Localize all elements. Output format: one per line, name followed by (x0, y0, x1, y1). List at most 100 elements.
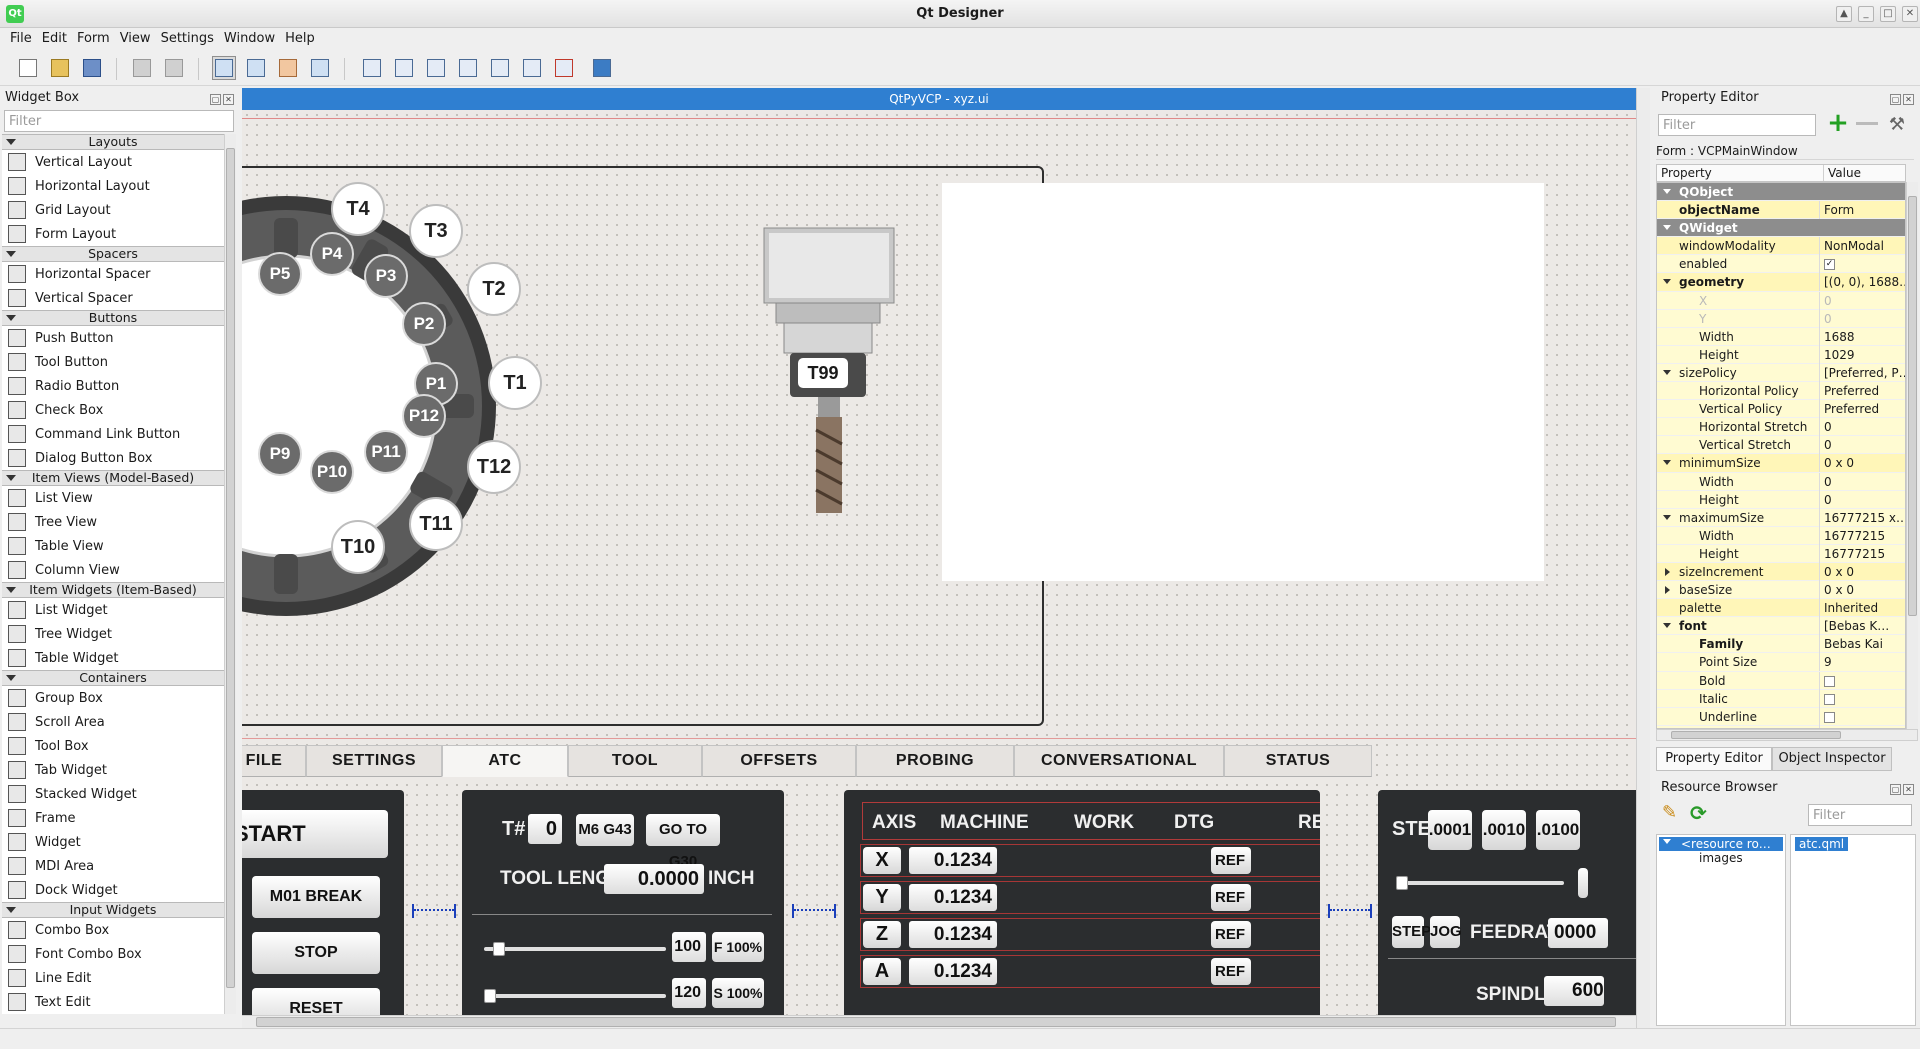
widget-item[interactable]: Group Box (2, 686, 224, 710)
widget-item[interactable]: List Widget (2, 598, 224, 622)
reload-icon[interactable]: ⟳ (1690, 802, 1712, 824)
minimize-icon[interactable]: _ (1858, 6, 1874, 22)
property-row[interactable]: minimumSize 0 x 0 (1657, 454, 1905, 473)
property-value[interactable]: 16777215 x… (1819, 508, 1905, 527)
widget-item[interactable]: Font Combo Box (2, 942, 224, 966)
property-row[interactable]: Bold (1657, 671, 1905, 690)
pot-pocket-p5[interactable]: P5 (258, 252, 302, 296)
widget-item[interactable]: Line Edit (2, 966, 224, 990)
close-icon[interactable]: ✕ (1902, 6, 1918, 22)
property-row[interactable]: sizePolicy [Preferred, P… (1657, 363, 1905, 383)
property-row[interactable]: font [Bebas K… (1657, 617, 1905, 636)
edit-buddies-icon[interactable] (276, 56, 300, 80)
widget-item[interactable]: Push Button (2, 326, 224, 350)
step-0010-button[interactable]: .0010 (1482, 810, 1526, 850)
horizontal-spacer[interactable] (792, 904, 836, 918)
maximize-icon[interactable]: □ (1880, 6, 1896, 22)
tab-atc[interactable]: ATC (442, 745, 568, 777)
preview-widget[interactable] (942, 183, 1544, 581)
tab-settings[interactable]: SETTINGS (306, 745, 442, 777)
menu-window[interactable]: Window (219, 28, 280, 46)
property-row[interactable]: X0 (1657, 291, 1905, 310)
pot-pocket-p3[interactable]: P3 (364, 254, 408, 298)
property-row[interactable]: sizeIncrement 0 x 0 (1657, 562, 1905, 582)
save-icon[interactable] (80, 56, 104, 80)
step-0001-button[interactable]: .0001 (1428, 810, 1472, 850)
property-row[interactable]: Width 16777215 (1657, 526, 1905, 545)
property-value[interactable]: 0 x 0 (1819, 581, 1905, 600)
property-value[interactable]: 0 (1819, 291, 1905, 310)
property-row[interactable]: Width 0 (1657, 472, 1905, 491)
form-window-title[interactable]: QtPyVCP - xyz.ui (242, 88, 1636, 110)
property-value[interactable]: 1688 (1819, 327, 1905, 346)
step-mode-button[interactable]: STEP (1392, 916, 1431, 948)
property-value[interactable]: Form (1819, 201, 1905, 220)
pot-pocket-p12[interactable]: P12 (402, 394, 446, 438)
widget-item[interactable]: Vertical Layout (2, 150, 224, 174)
m01-break-button[interactable]: M01 BREAK (252, 876, 380, 918)
property-value[interactable]: [Preferred, P… (1819, 363, 1905, 382)
menu-edit[interactable]: Edit (37, 28, 72, 46)
widget-list-scrollbar[interactable] (224, 134, 236, 1014)
ref-button[interactable]: REF (1211, 958, 1251, 985)
widget-item[interactable]: Stacked Widget (2, 782, 224, 806)
property-value[interactable]: 0 x 0 (1819, 454, 1905, 473)
menu-help[interactable]: Help (280, 28, 320, 46)
menu-view[interactable]: View (115, 28, 156, 46)
remove-dynamic-property-icon[interactable] (1856, 122, 1878, 125)
edit-signals-slots-icon[interactable] (244, 56, 268, 80)
property-value[interactable]: 0 (1819, 436, 1905, 455)
property-row[interactable]: windowModality NonModal (1657, 237, 1905, 256)
widget-item[interactable]: Command Link Button (2, 422, 224, 446)
widget-item[interactable]: Tool Button (2, 350, 224, 374)
widget-item[interactable]: Scroll Area (2, 710, 224, 734)
property-value[interactable]: 16777215 (1819, 526, 1905, 545)
property-horizontal-scrollbar[interactable] (1656, 729, 1918, 741)
tab-probing[interactable]: PROBING (856, 745, 1014, 777)
pot-pocket-p2[interactable]: P2 (402, 302, 446, 346)
step-0100-button[interactable]: .0100 (1536, 810, 1580, 850)
widget-category[interactable]: Buttons (2, 310, 224, 326)
property-value[interactable]: Bebas Kai (1819, 635, 1905, 654)
property-row[interactable]: Width 1688 (1657, 327, 1905, 346)
property-value[interactable]: 0 (1819, 472, 1905, 491)
ref-button[interactable]: REF (1211, 884, 1251, 911)
jog-speed-slider[interactable] (1396, 876, 1564, 890)
tab-offsets[interactable]: OFFSETS (702, 745, 856, 777)
property-row[interactable]: Y0 (1657, 309, 1905, 328)
feed-override-slider[interactable] (484, 942, 666, 956)
resource-file-item[interactable]: atc.qml (1795, 837, 1849, 851)
adjust-size-icon[interactable] (590, 56, 614, 80)
resource-filter-input[interactable]: Filter (1808, 804, 1912, 826)
property-value[interactable]: Preferred (1819, 382, 1905, 401)
widget-item[interactable]: Tree View (2, 510, 224, 534)
close-icon[interactable]: ✕ (1903, 784, 1914, 795)
checkbox-icon[interactable] (1824, 675, 1835, 687)
widget-item[interactable]: Check Box (2, 398, 224, 422)
spindle-override-button[interactable]: S 100% (712, 978, 764, 1008)
window-up-icon[interactable]: ▲ (1836, 6, 1852, 22)
property-row[interactable]: baseSize 0 x 0 (1657, 581, 1905, 600)
widget-item[interactable]: Widget (2, 830, 224, 854)
tab-tool[interactable]: TOOL (568, 745, 702, 777)
property-row[interactable]: Height 0 (1657, 490, 1905, 509)
widget-category[interactable]: Input Widgets (2, 902, 224, 918)
lay-out-horizontally-icon[interactable] (360, 56, 384, 80)
property-row[interactable]: enabled ✓ (1657, 255, 1905, 274)
property-vertical-scrollbar[interactable] (1906, 182, 1918, 729)
pot-pocket-p11[interactable]: P11 (364, 430, 408, 474)
property-row[interactable]: Horizontal Stretch 0 (1657, 418, 1905, 437)
widget-item[interactable]: Form Layout (2, 222, 224, 246)
bring-to-front-icon[interactable] (162, 56, 186, 80)
property-row[interactable]: Vertical Stretch 0 (1657, 436, 1905, 455)
go-to-g30-button[interactable]: GO TO G30 (646, 814, 720, 870)
tab-object-inspector[interactable]: Object Inspector (1772, 747, 1892, 771)
form-horizontal-scrollbar[interactable] (242, 1015, 1636, 1028)
property-row[interactable]: Height 1029 (1657, 345, 1905, 364)
edit-resources-icon[interactable]: ✎ (1662, 802, 1684, 824)
form-canvas[interactable]: T1 T2 T3 T4 T10 T11 T12 P1 P2 P3 P4 P5 P… (242, 110, 1636, 1015)
property-row[interactable]: Italic (1657, 689, 1905, 708)
widget-item[interactable]: List View (2, 486, 224, 510)
tool-pocket-t3[interactable]: T3 (409, 204, 463, 258)
menu-file[interactable]: File (0, 28, 37, 46)
